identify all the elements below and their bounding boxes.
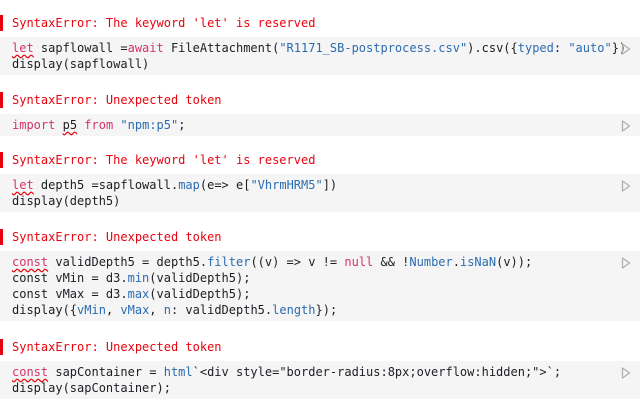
code-token: "R1171_SB-postprocess.csv": [279, 41, 468, 55]
code-editor[interactable]: import p5 from "npm:p5";: [0, 114, 640, 136]
code-line: display({vMin, vMax, n: validDepth5.leng…: [12, 302, 337, 318]
code-token: html: [163, 365, 193, 379]
code-line: const sapContainer = html`<div style="bo…: [12, 364, 561, 380]
code-editor[interactable]: const sapContainer = html`<div style="bo…: [0, 361, 640, 399]
code-token: ,: [105, 303, 121, 317]
code-token: const: [12, 255, 49, 269]
run-cell-button[interactable]: [620, 256, 632, 270]
code-token: import: [12, 118, 56, 132]
code-token: "npm:p5": [120, 118, 179, 132]
play-icon: [621, 180, 631, 192]
code-token: vMin: [77, 303, 106, 317]
code-token: isNaN: [459, 255, 497, 269]
code-token: await: [127, 41, 164, 55]
code-token: (v));: [496, 255, 533, 269]
notebook: SyntaxError: The keyword 'let' is reserv…: [0, 0, 640, 400]
code-token: let: [12, 41, 34, 55]
code-line: import p5 from "npm:p5";: [12, 117, 185, 133]
code-token: "auto": [568, 41, 612, 55]
code-line: const vMax = d3.max(validDepth5);: [12, 286, 250, 302]
code-token: FileAttachment(: [163, 41, 280, 55]
code-token: display(sapflowall): [12, 57, 150, 71]
code-editor[interactable]: let depth5 =sapflowall.map(e=> e["VhrmHR…: [0, 174, 640, 212]
code-line: let sapflowall =await FileAttachment("R1…: [12, 40, 626, 56]
code-token: "VhrmHRM5": [250, 178, 323, 192]
error-indicator-bar: [0, 152, 3, 168]
code-token: min: [127, 271, 150, 285]
error-message: SyntaxError: Unexpected token: [12, 93, 222, 107]
code-token: const: [12, 365, 49, 379]
code-token: map: [178, 178, 200, 192]
code-token: n: [163, 303, 171, 317]
code-line: let depth5 =sapflowall.map(e=> e["VhrmHR…: [12, 177, 337, 193]
code-token: :: [553, 41, 569, 55]
error-message: SyntaxError: The keyword 'let' is reserv…: [12, 153, 316, 167]
code-token: (e=> e[: [199, 178, 251, 192]
play-icon: [621, 367, 631, 379]
code-token: ;: [178, 118, 186, 132]
play-icon: [621, 120, 631, 132]
code-token: display(depth5): [12, 194, 121, 208]
code-token: ).csv({: [467, 41, 518, 55]
play-icon: [621, 257, 631, 269]
code-token: });: [315, 303, 338, 317]
code-token: sapflowall =: [33, 41, 128, 55]
error-indicator-bar: [0, 229, 3, 245]
run-cell-button[interactable]: [620, 366, 632, 380]
code-line: display(sapContainer);: [12, 380, 171, 396]
code-token: depth5 =sapflowall.: [33, 178, 179, 192]
code-token: && !: [373, 255, 410, 269]
code-token: ,: [149, 303, 164, 317]
code-token: `<div style="border-radius:8px;overflow:…: [192, 365, 562, 379]
code-token: validDepth5 = depth5.: [48, 255, 208, 269]
error-indicator-bar: [0, 15, 3, 31]
code-token: display(sapContainer);: [12, 381, 171, 395]
code-token: sapContainer =: [48, 365, 164, 379]
code-token: const vMax = d3.: [12, 287, 128, 301]
code-token: null: [344, 255, 374, 269]
code-token: : validDepth5.: [170, 303, 273, 317]
code-token: max: [127, 287, 150, 301]
code-token: const vMin = d3.: [12, 271, 128, 285]
code-line: const validDepth5 = depth5.filter((v) =>…: [12, 254, 532, 270]
code-line: display(depth5): [12, 193, 120, 209]
code-token: display({: [12, 303, 78, 317]
code-token: filter: [207, 255, 251, 269]
error-indicator-bar: [0, 92, 3, 108]
code-token: typed: [517, 41, 554, 55]
error-indicator-bar: [0, 339, 3, 355]
code-line: const vMin = d3.min(validDepth5);: [12, 270, 250, 286]
code-token: from: [84, 118, 114, 132]
code-token: (validDepth5);: [149, 271, 251, 285]
code-token: (validDepth5);: [149, 287, 251, 301]
code-line: display(sapflowall): [12, 56, 149, 72]
code-token: ((v) => v !=: [250, 255, 345, 269]
code-token: ]): [322, 178, 338, 192]
code-editor[interactable]: let sapflowall =await FileAttachment("R1…: [0, 37, 640, 75]
code-token: Number: [409, 255, 453, 269]
code-token: length: [272, 303, 316, 317]
error-message: SyntaxError: Unexpected token: [12, 340, 222, 354]
run-cell-button[interactable]: [620, 179, 632, 193]
run-cell-button[interactable]: [620, 119, 632, 133]
run-cell-button[interactable]: [620, 42, 632, 56]
code-token: vMax: [120, 303, 150, 317]
code-editor[interactable]: const validDepth5 = depth5.filter((v) =>…: [0, 251, 640, 321]
code-token: p5: [62, 118, 78, 132]
code-token: .: [452, 255, 460, 269]
code-token: let: [12, 178, 34, 192]
error-message: SyntaxError: Unexpected token: [12, 230, 222, 244]
error-message: SyntaxError: The keyword 'let' is reserv…: [12, 16, 316, 30]
play-icon: [621, 43, 631, 55]
